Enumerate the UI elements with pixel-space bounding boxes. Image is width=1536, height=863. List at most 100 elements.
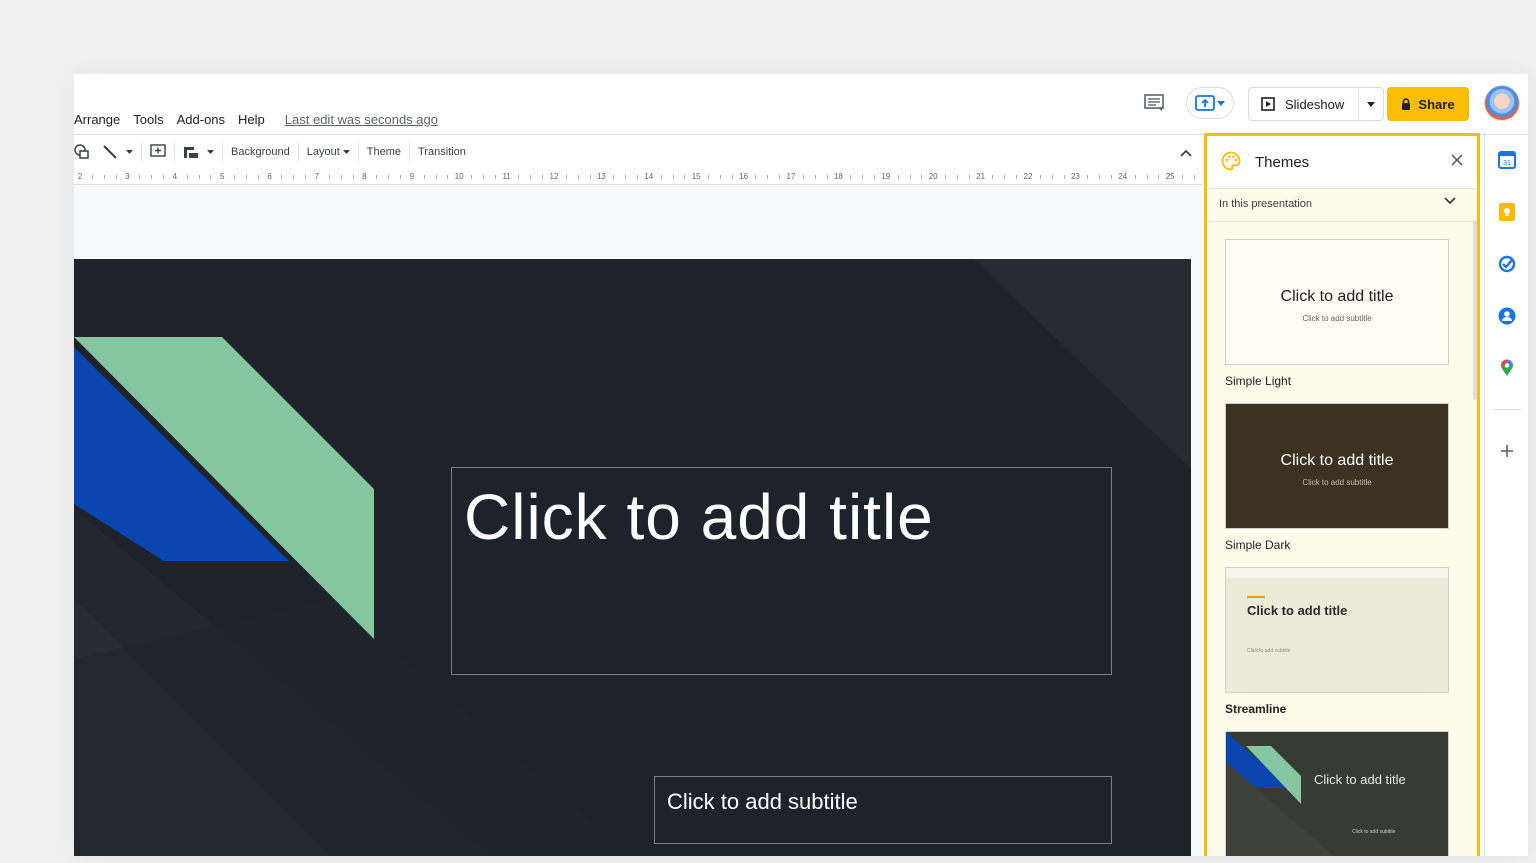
layout-arrange-button[interactable] <box>183 140 199 164</box>
thumb-title: Click to add title <box>1247 603 1348 618</box>
chevron-down-icon <box>207 150 214 154</box>
theme-name: Simple Dark <box>1225 538 1291 552</box>
layout-dropdown[interactable] <box>342 140 350 164</box>
subtitle-placeholder[interactable]: Click to add subtitle <box>654 776 1112 844</box>
theme-card-simple-dark[interactable]: Click to add title Click to add subtitle… <box>1225 403 1449 552</box>
menu-add-ons[interactable]: Add-ons <box>177 112 225 127</box>
theme-card-streamline[interactable]: Click to add title Click to add subtitle… <box>1225 567 1449 716</box>
themes-scrollbar[interactable] <box>1473 220 1477 400</box>
ruler-tick <box>234 175 236 179</box>
chevron-down-icon <box>1444 197 1456 205</box>
toolbar-divider <box>141 143 142 161</box>
themes-panel: Themes In this presentation Click to add… <box>1204 133 1480 856</box>
ruler-tick <box>731 175 733 179</box>
toolbar-divider <box>357 143 359 161</box>
ruler-tick <box>862 175 864 179</box>
meet-present-button[interactable] <box>1186 87 1234 119</box>
current-slide[interactable]: Click to add title Click to add subtitle <box>74 259 1191 856</box>
slide-subtitle: Click to add subtitle <box>667 789 858 814</box>
themes-header: Themes <box>1207 136 1477 189</box>
maps-button[interactable] <box>1497 358 1517 378</box>
ruler-tick <box>672 175 674 179</box>
theme-card-current[interactable]: Click to add title Click to add subtitle <box>1225 731 1449 856</box>
chevron-down-icon <box>1367 101 1375 107</box>
share-button[interactable]: Share <box>1387 87 1469 121</box>
menu-arrange[interactable]: Arrange <box>74 112 120 127</box>
ruler-tick <box>577 175 579 179</box>
ruler-number: 10 <box>454 172 464 181</box>
toolbar: Background Layout Theme Transition <box>74 135 1202 169</box>
ruler-number: 19 <box>881 172 891 181</box>
horizontal-ruler[interactable]: 2 3 4 5 6 7 8 9 10 11 12 13 14 15 16 17 18 19 20 21 22 23 24 25 <box>74 170 1207 185</box>
ruler-tick <box>447 175 449 179</box>
ruler-number: 25 <box>1165 172 1175 181</box>
thumb-subtitle: Click to add subtitle <box>1247 648 1291 654</box>
theme-card-simple-light[interactable]: Click to add title Click to add subtitle… <box>1225 239 1449 388</box>
rail-divider <box>1493 409 1521 410</box>
ruler-tick <box>565 175 567 179</box>
ruler-tick <box>530 175 532 179</box>
thumb-subtitle: Click to add subtitle <box>1302 314 1372 323</box>
shape-tool-button[interactable] <box>74 140 90 164</box>
ruler-tick <box>767 175 769 179</box>
ruler-tick <box>340 175 342 179</box>
layout-button[interactable]: Layout <box>307 146 340 158</box>
slideshow-label: Slideshow <box>1285 96 1345 112</box>
theme-button[interactable]: Theme <box>367 146 401 158</box>
last-edit-link[interactable]: Last edit was seconds ago <box>285 112 438 127</box>
collapse-toolbar-button[interactable] <box>1180 144 1192 162</box>
transition-button[interactable]: Transition <box>418 146 466 158</box>
menu-tools[interactable]: Tools <box>133 112 163 127</box>
thumb-decoration <box>1226 732 1334 856</box>
title-placeholder[interactable]: Click to add title <box>451 467 1112 675</box>
menu-bar: Arrange Tools Add-ons Help Last edit was… <box>74 109 438 129</box>
close-icon[interactable] <box>1451 154 1463 166</box>
background-button[interactable]: Background <box>231 146 290 158</box>
slide-title: Click to add title <box>464 481 934 553</box>
add-comment-icon <box>150 144 166 157</box>
ruler-tick <box>1016 175 1018 179</box>
ruler-tick <box>352 175 354 179</box>
arrange-dropdown[interactable] <box>207 140 214 164</box>
ruler-number: 9 <box>409 172 415 181</box>
slideshow-button[interactable]: Slideshow <box>1249 88 1359 120</box>
theme-thumbnail: Click to add title Click to add subtitle <box>1225 567 1449 693</box>
ruler-tick <box>779 175 781 179</box>
line-tool-button[interactable] <box>102 140 118 164</box>
keep-button[interactable] <box>1497 202 1517 222</box>
chevron-down-icon <box>342 150 350 154</box>
contacts-button[interactable] <box>1497 306 1517 326</box>
get-add-ons-button[interactable] <box>1497 441 1517 461</box>
thumb-top-band <box>1226 568 1448 578</box>
calendar-button[interactable]: 31 <box>1497 150 1517 170</box>
ruler-tick <box>293 175 295 179</box>
ruler-tick <box>613 175 615 179</box>
play-icon <box>1261 97 1275 111</box>
comment-add-button[interactable] <box>150 140 166 164</box>
menu-help[interactable]: Help <box>238 112 265 127</box>
account-avatar[interactable] <box>1484 85 1520 121</box>
tasks-button[interactable] <box>1497 254 1517 274</box>
line-icon <box>103 145 117 159</box>
ruler-number: 17 <box>786 172 796 181</box>
ruler-tick <box>388 175 390 179</box>
ruler-tick <box>115 175 117 179</box>
line-type-dropdown[interactable] <box>126 140 133 164</box>
ruler-tick <box>802 175 804 179</box>
ruler-number: 24 <box>1118 172 1128 181</box>
ruler-number: 12 <box>549 172 559 181</box>
thumb-accent-line <box>1247 596 1265 598</box>
ruler-number: 4 <box>172 172 178 181</box>
comment-history-button[interactable] <box>1144 94 1166 114</box>
ruler-tick <box>873 175 875 179</box>
thumb-title: Click to add title <box>1280 288 1394 305</box>
slideshow-options-button[interactable] <box>1359 101 1383 107</box>
ruler-tick <box>1004 175 1006 179</box>
themes-filter-dropdown[interactable]: In this presentation <box>1207 189 1472 222</box>
ruler-number: 2 <box>77 172 83 181</box>
ruler-tick <box>494 175 496 179</box>
ruler-number: 7 <box>314 172 320 181</box>
ruler-number: 13 <box>596 172 606 181</box>
ruler-tick <box>1182 175 1184 179</box>
ruler-number: 21 <box>976 172 986 181</box>
